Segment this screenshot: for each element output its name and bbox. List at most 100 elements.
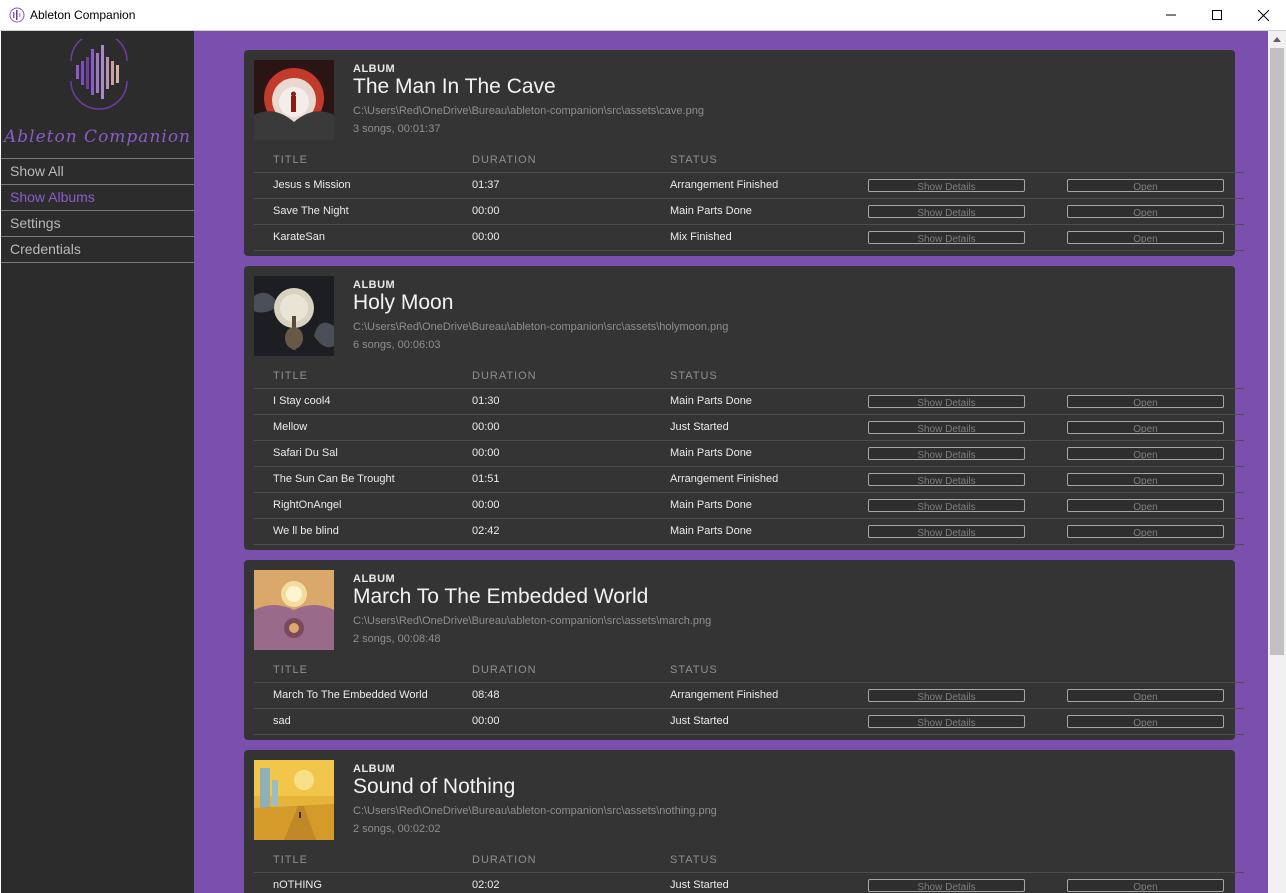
open-button[interactable]: Open: [1067, 473, 1224, 487]
song-duration: 00:00: [472, 231, 500, 243]
album-kind-label: ALBUM: [353, 573, 396, 585]
album-cover-image: [254, 760, 334, 840]
songs-table-header: TITLE DURATION STATUS: [254, 363, 1244, 389]
vertical-scrollbar[interactable]: [1268, 31, 1286, 893]
album-card: ALBUM The Man In The Cave C:\Users\Red\One…: [244, 50, 1244, 256]
open-button[interactable]: Open: [1067, 231, 1224, 245]
song-row: Jesus s Mission 01:37 Arrangement Finish…: [254, 173, 1244, 199]
song-title: Save The Night: [273, 205, 349, 217]
songs-table-header: TITLE DURATION STATUS: [254, 847, 1244, 873]
show-details-button[interactable]: Show Details: [868, 421, 1025, 435]
album-card: ALBUM Sound of Nothing C:\Users\Red\OneDri…: [244, 750, 1244, 893]
show-details-button[interactable]: Show Details: [868, 689, 1025, 703]
column-header-duration: DURATION: [472, 854, 537, 866]
open-button[interactable]: Open: [1067, 499, 1224, 513]
minimize-icon: [1166, 14, 1176, 16]
show-details-button[interactable]: Show Details: [868, 473, 1025, 487]
column-header-duration: DURATION: [472, 370, 537, 382]
open-button[interactable]: Open: [1067, 879, 1224, 893]
albums-list[interactable]: ALBUM The Man In The Cave C:\Users\Red\One…: [194, 31, 1268, 893]
song-row: The Sun Can Be Trought 01:51 Arrangement…: [254, 467, 1244, 493]
song-duration: 00:00: [472, 205, 500, 217]
maximize-button[interactable]: [1194, 0, 1240, 30]
close-button[interactable]: [1240, 0, 1286, 30]
songs-table-header: TITLE DURATION STATUS: [254, 657, 1244, 683]
open-button[interactable]: Open: [1067, 525, 1224, 539]
minimize-button[interactable]: [1148, 0, 1194, 30]
song-row: We ll be blind 02:42 Main Parts Done Sho…: [254, 519, 1244, 545]
column-header-duration: DURATION: [472, 664, 537, 676]
song-duration: 02:42: [472, 525, 500, 537]
album-cover-image: [254, 276, 334, 356]
open-button[interactable]: Open: [1067, 395, 1224, 409]
song-status: Just Started: [670, 879, 729, 891]
open-button[interactable]: Open: [1067, 205, 1224, 219]
song-title: Safari Du Sal: [273, 447, 338, 459]
show-details-button[interactable]: Show Details: [868, 179, 1025, 193]
sidebar-item-show-all[interactable]: Show All: [1, 158, 194, 184]
open-button[interactable]: Open: [1067, 447, 1224, 461]
song-title: March To The Embedded World: [273, 689, 428, 701]
song-status: Arrangement Finished: [670, 179, 779, 191]
sidebar-item-settings[interactable]: Settings: [1, 210, 194, 236]
song-row: I Stay cool4 01:30 Main Parts Done Show …: [254, 389, 1244, 415]
sidebar-item-credentials[interactable]: Credentials: [1, 236, 194, 263]
album-meta: 2 songs, 00:02:02: [353, 823, 441, 835]
sidebar-nav: Show All Show Albums Settings Credential…: [1, 158, 194, 263]
column-header-duration: DURATION: [472, 154, 537, 166]
open-button[interactable]: Open: [1067, 715, 1224, 729]
sidebar: Ableton Companion Show All Show Albums S…: [1, 31, 194, 893]
song-status: Just Started: [670, 421, 729, 433]
scrollbar-thumb[interactable]: [1270, 48, 1284, 655]
album-meta: 3 songs, 00:01:37: [353, 123, 441, 135]
song-row: RightOnAngel 00:00 Main Parts Done Show …: [254, 493, 1244, 519]
column-header-status: STATUS: [670, 154, 718, 166]
maximize-icon: [1212, 10, 1222, 20]
show-details-button[interactable]: Show Details: [868, 231, 1025, 245]
song-status: Main Parts Done: [670, 205, 752, 217]
song-title: Jesus s Mission: [273, 179, 351, 191]
album-kind-label: ALBUM: [353, 279, 396, 291]
album-cover-path: C:\Users\Red\OneDrive\Bureau\ableton-com…: [353, 805, 717, 817]
album-cover-path: C:\Users\Red\OneDrive\Bureau\ableton-com…: [353, 615, 712, 627]
show-details-button[interactable]: Show Details: [868, 205, 1025, 219]
songs-table-header: TITLE DURATION STATUS: [254, 147, 1244, 173]
album-title: The Man In The Cave: [353, 75, 556, 98]
song-title: RightOnAngel: [273, 499, 342, 511]
column-header-status: STATUS: [670, 664, 718, 676]
album-cover-path: C:\Users\Red\OneDrive\Bureau\ableton-com…: [353, 105, 704, 117]
song-duration: 00:00: [472, 447, 500, 459]
album-cover-path: C:\Users\Red\OneDrive\Bureau\ableton-com…: [353, 321, 729, 333]
album-title: March To The Embedded World: [353, 585, 649, 608]
sidebar-item-show-albums[interactable]: Show Albums: [1, 184, 194, 210]
song-status: Just Started: [670, 715, 729, 727]
column-header-status: STATUS: [670, 370, 718, 382]
open-button[interactable]: Open: [1067, 421, 1224, 435]
show-details-button[interactable]: Show Details: [868, 499, 1025, 513]
album-kind-label: ALBUM: [353, 763, 396, 775]
show-details-button[interactable]: Show Details: [868, 395, 1025, 409]
album-title: Sound of Nothing: [353, 775, 516, 798]
show-details-button[interactable]: Show Details: [868, 447, 1025, 461]
song-title: I Stay cool4: [273, 395, 331, 407]
open-button[interactable]: Open: [1067, 689, 1224, 703]
column-header-title: TITLE: [273, 370, 308, 382]
show-details-button[interactable]: Show Details: [868, 525, 1025, 539]
song-row: Save The Night 00:00 Main Parts Done Sho…: [254, 199, 1244, 225]
song-title: We ll be blind: [273, 525, 339, 537]
chevron-up-icon: [1273, 37, 1281, 42]
column-header-title: TITLE: [273, 154, 308, 166]
song-duration: 00:00: [472, 421, 500, 433]
open-button[interactable]: Open: [1067, 179, 1224, 193]
column-header-title: TITLE: [273, 854, 308, 866]
show-details-button[interactable]: Show Details: [868, 715, 1025, 729]
song-duration: 00:00: [472, 499, 500, 511]
album-cover-image: [254, 60, 334, 140]
show-details-button[interactable]: Show Details: [868, 879, 1025, 893]
scroll-up-button[interactable]: [1268, 31, 1286, 48]
song-title: sad: [273, 715, 291, 727]
title-bar: Ableton Companion: [0, 0, 1286, 31]
song-row: nOTHING 02:02 Just Started Show Details …: [254, 873, 1244, 893]
song-duration: 01:37: [472, 179, 500, 191]
app-icon: [9, 7, 25, 23]
